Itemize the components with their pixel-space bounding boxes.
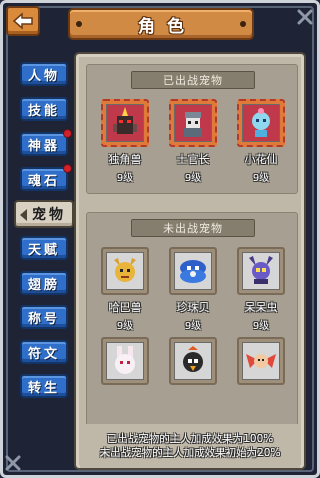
title-plate: 角色 bbox=[68, 8, 254, 40]
pet-name: 哈巴兽 bbox=[108, 301, 142, 314]
pet-frame bbox=[101, 99, 149, 147]
reserve-pet-slot[interactable] bbox=[231, 337, 291, 385]
notification-badge bbox=[63, 129, 72, 138]
pet-level: 9级 bbox=[116, 173, 134, 184]
tab-label: 转生 bbox=[27, 380, 60, 396]
tab-label: 符文 bbox=[27, 346, 60, 362]
tab-soulstone[interactable]: 魂石 bbox=[20, 164, 72, 191]
close-icon[interactable] bbox=[296, 8, 314, 26]
bonus-reserve-text: 未出战宠物的主人加成效果初始为20% bbox=[99, 447, 281, 459]
notification-badge bbox=[63, 164, 72, 173]
pet-frame bbox=[169, 247, 217, 295]
white-rabbit-icon bbox=[115, 346, 135, 374]
bonus-deployed-text: 已出战宠物的主人加成效果为100% bbox=[106, 433, 274, 445]
pet-frame bbox=[237, 99, 285, 147]
reserve-section: 未出战宠物 哈巴兽 9级 珍珠贝 9级 呆呆虫 9级 bbox=[86, 212, 298, 432]
pet-level: 9级 bbox=[184, 321, 202, 332]
back-button[interactable] bbox=[6, 6, 40, 36]
tab-label: 宠物 bbox=[32, 207, 66, 223]
pet-frame bbox=[169, 99, 217, 147]
sergeant-icon bbox=[184, 112, 202, 137]
tab-skills[interactable]: 技能 bbox=[20, 97, 68, 121]
pet-frame bbox=[101, 337, 149, 385]
tab-label: 神器 bbox=[27, 138, 60, 154]
deployed-section: 已出战宠物 独角兽 9级 士官长 9级 小花仙 9级 bbox=[86, 64, 298, 194]
pet-level: 9级 bbox=[252, 321, 270, 332]
tab-pets[interactable]: 宠物 bbox=[14, 200, 74, 228]
tab-runes[interactable]: 符文 bbox=[20, 340, 68, 364]
reserve-pet-slot[interactable] bbox=[95, 337, 155, 385]
reserve-pet-slot[interactable]: 珍珠贝 9级 bbox=[163, 247, 223, 332]
pet-name: 士官长 bbox=[176, 153, 210, 166]
tab-wings[interactable]: 翅膀 bbox=[20, 271, 68, 295]
pet-level: 9级 bbox=[116, 321, 134, 332]
corner-ornament-icon bbox=[5, 455, 21, 471]
flower-fairy-icon bbox=[252, 108, 270, 137]
pet-level: 9级 bbox=[252, 173, 270, 184]
tab-title[interactable]: 称号 bbox=[20, 305, 68, 329]
tab-label: 技能 bbox=[27, 103, 60, 119]
wing-fairy-icon bbox=[246, 354, 276, 368]
pet-frame bbox=[101, 247, 149, 295]
unicorn-beast-icon bbox=[113, 107, 137, 134]
pet-name: 呆呆虫 bbox=[244, 301, 278, 314]
back-arrow-icon bbox=[13, 12, 33, 30]
pet-name: 独角兽 bbox=[108, 153, 142, 166]
pet-name: 珍珠贝 bbox=[176, 301, 210, 314]
haba-beast-icon bbox=[114, 258, 136, 282]
reserve-pet-slot[interactable]: 呆呆虫 9级 bbox=[231, 247, 291, 332]
tab-rebirth[interactable]: 转生 bbox=[20, 374, 68, 398]
pet-panel: 已出战宠物 独角兽 9级 士官长 9级 小花仙 9级 未出战宠物 哈巴兽 9级 … bbox=[74, 52, 306, 470]
pet-frame bbox=[237, 337, 285, 385]
deployed-pet-slot[interactable]: 独角兽 9级 bbox=[95, 99, 155, 184]
tab-label: 称号 bbox=[27, 311, 60, 327]
tab-character[interactable]: 人物 bbox=[20, 62, 68, 86]
tab-label: 翅膀 bbox=[27, 277, 60, 293]
reserve-pet-slot[interactable] bbox=[163, 337, 223, 385]
active-arrow-icon bbox=[20, 209, 27, 221]
tab-label: 天赋 bbox=[27, 242, 60, 258]
bomb-bird-icon bbox=[183, 346, 203, 372]
tab-label: 人物 bbox=[27, 68, 60, 84]
bonus-info: 已出战宠物的主人加成效果为100% 未出战宠物的主人加成效果初始为20% bbox=[80, 424, 300, 468]
daidai-bug-icon bbox=[249, 256, 273, 284]
pet-frame bbox=[169, 337, 217, 385]
reserve-pet-slot[interactable]: 哈巴兽 9级 bbox=[95, 247, 155, 332]
deployed-header: 已出战宠物 bbox=[131, 71, 255, 89]
pet-level: 9级 bbox=[184, 173, 202, 184]
pearl-shell-icon bbox=[180, 260, 206, 283]
tab-label: 魂石 bbox=[27, 173, 60, 189]
reserve-header: 未出战宠物 bbox=[131, 219, 255, 237]
pet-frame bbox=[237, 247, 285, 295]
page-title: 角色 bbox=[138, 16, 196, 37]
tab-talent[interactable]: 天赋 bbox=[20, 236, 68, 260]
pet-name: 小花仙 bbox=[244, 153, 278, 166]
deployed-pet-slot[interactable]: 士官长 9级 bbox=[163, 99, 223, 184]
deployed-pet-slot[interactable]: 小花仙 9级 bbox=[231, 99, 291, 184]
tab-artifact[interactable]: 神器 bbox=[20, 129, 72, 156]
